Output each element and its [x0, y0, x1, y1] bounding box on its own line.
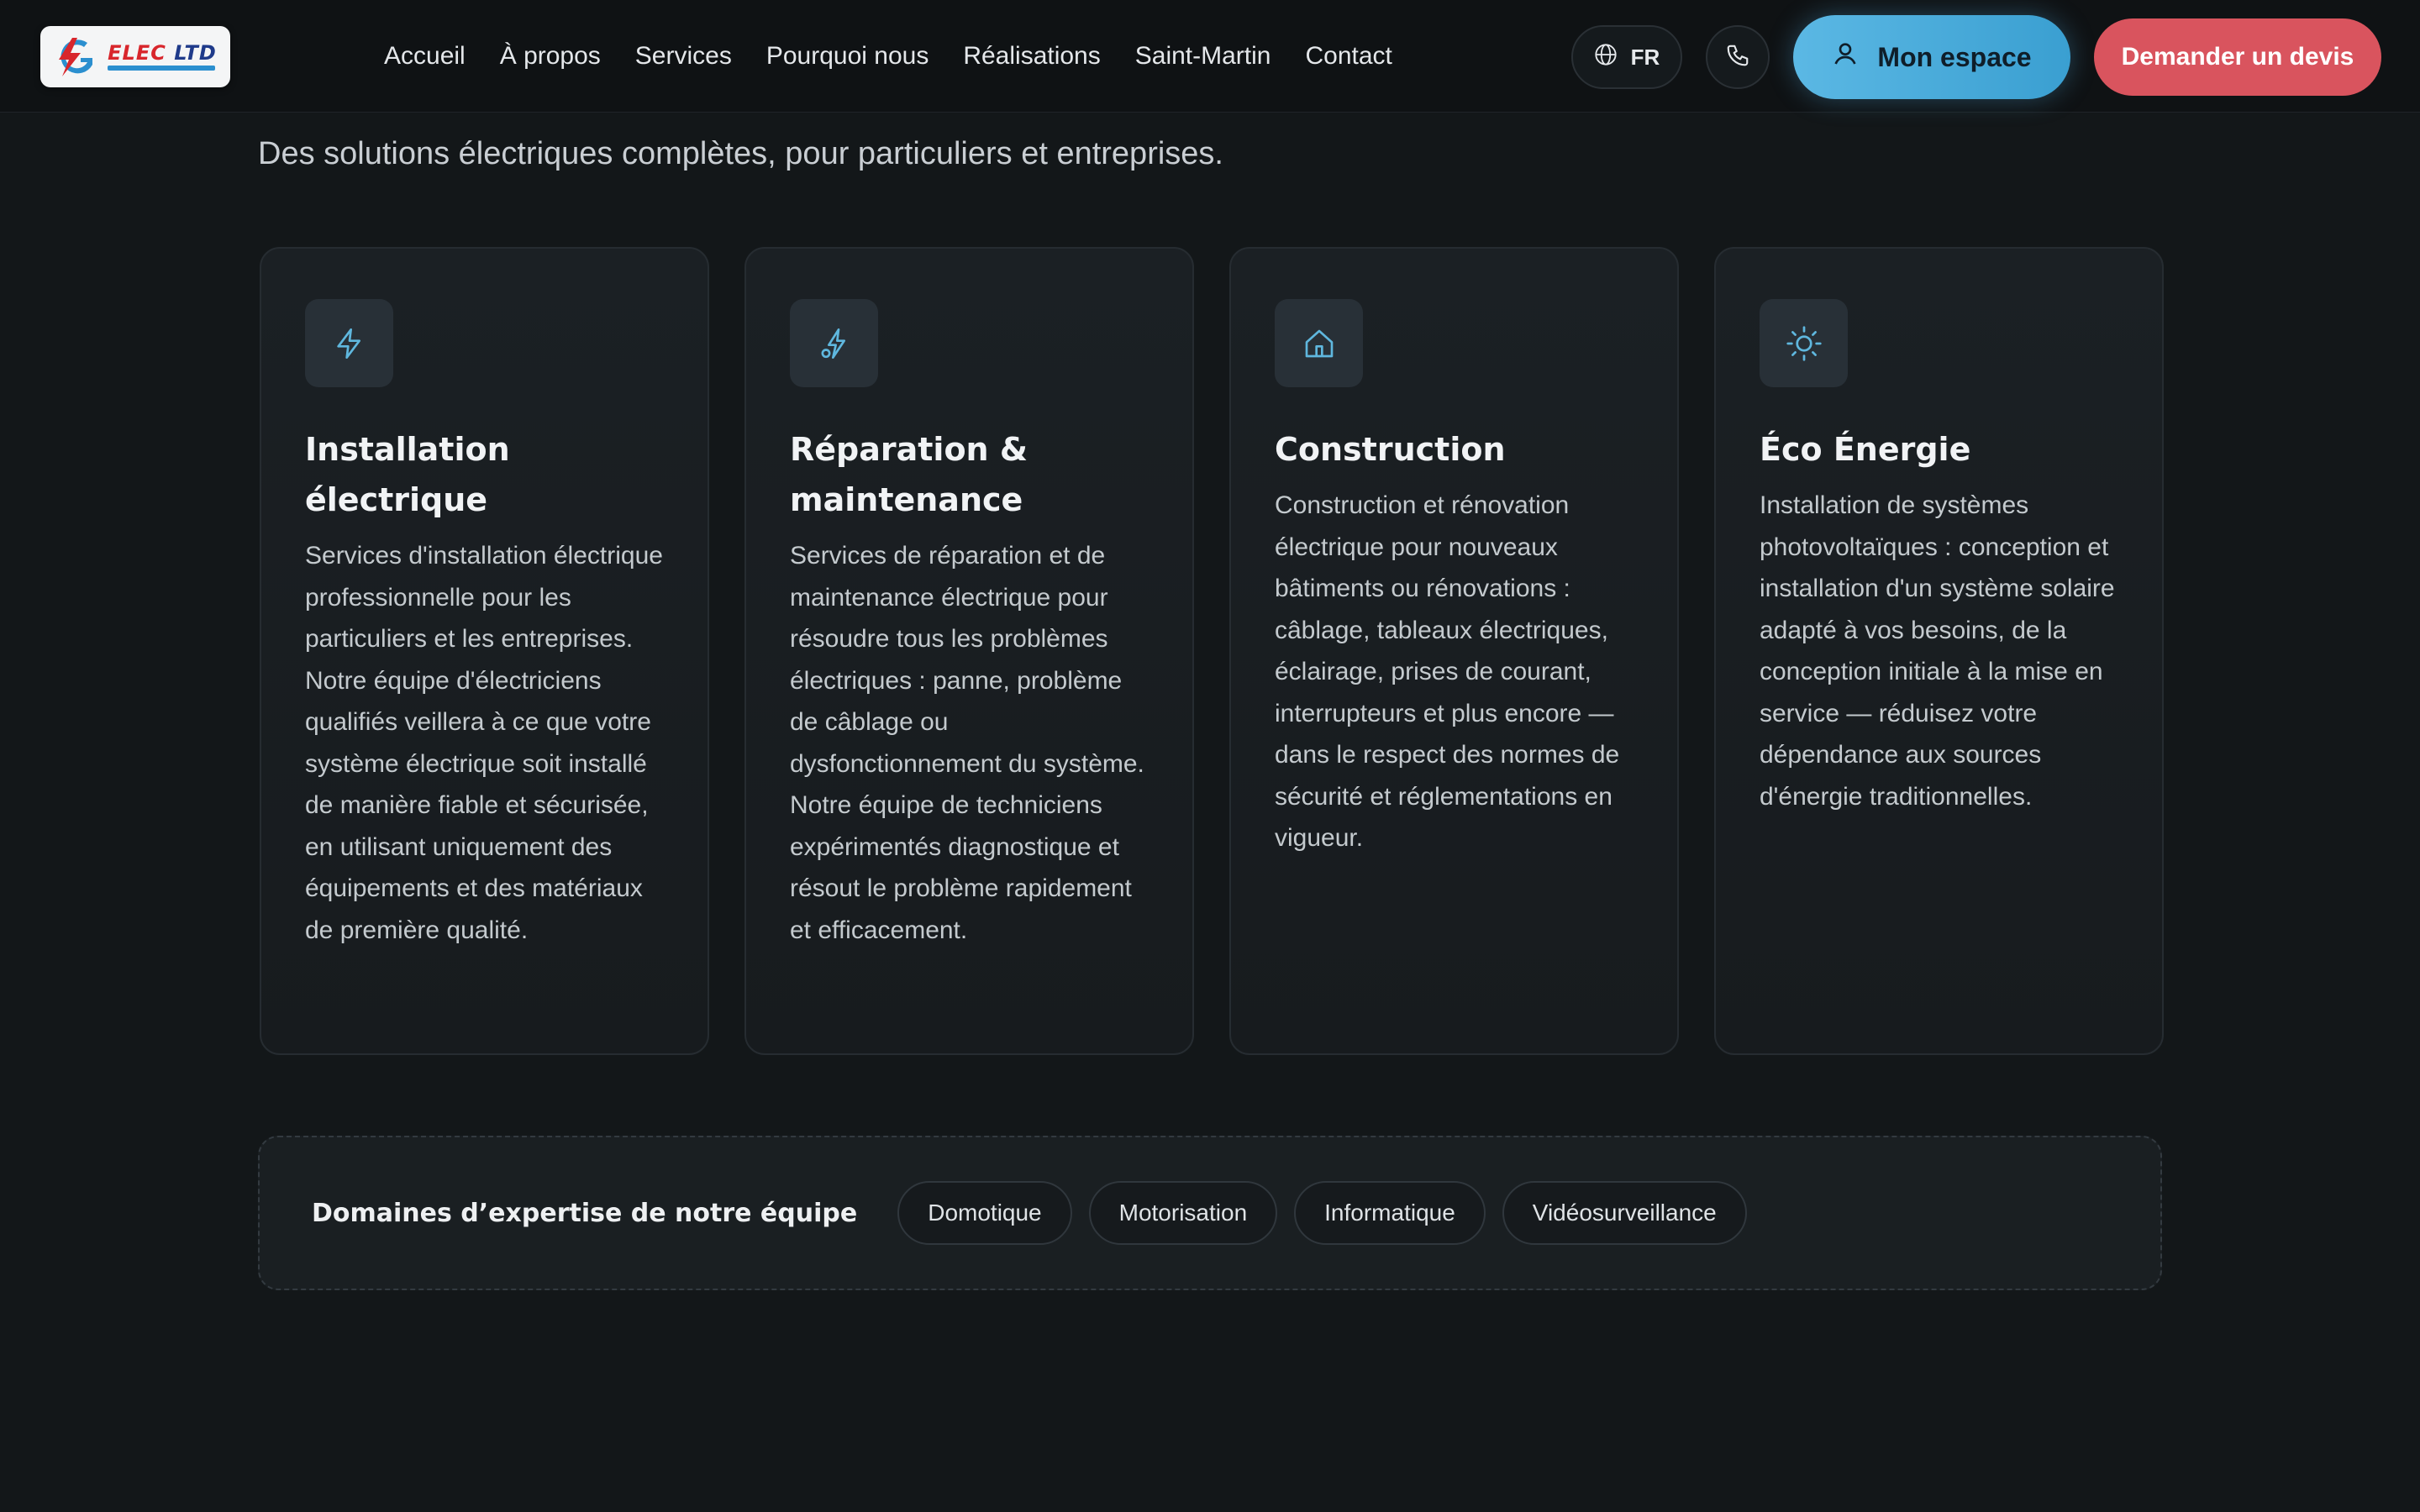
user-icon [1832, 40, 1859, 74]
company-logo[interactable]: ELEC LTD [40, 26, 230, 87]
logo-mark-icon [54, 36, 103, 78]
account-button[interactable]: Mon espace [1793, 15, 2070, 99]
nav-item-accueil[interactable]: Accueil [384, 42, 466, 71]
card-description: Construction et rénovation électrique po… [1275, 491, 1620, 852]
sun-icon [1760, 299, 1848, 387]
card-description: Services de réparation et de maintenance… [790, 542, 1144, 944]
nav-item-a-propos[interactable]: À propos [500, 42, 601, 71]
card-title: Éco Énergie [1760, 431, 1971, 468]
main-nav: Accueil À propos Services Pourquoi nous … [384, 0, 1392, 113]
nav-item-realisations[interactable]: Réalisations [963, 42, 1100, 71]
card-title: Réparation & maintenance [790, 431, 1028, 518]
nav-item-contact[interactable]: Contact [1305, 42, 1392, 71]
globe-icon [1594, 43, 1618, 72]
expertise-chip-domotique[interactable]: Domotique [897, 1181, 1072, 1245]
section-subtitle: Des solutions électriques complètes, pou… [258, 136, 1223, 171]
phone-button[interactable] [1706, 25, 1770, 89]
request-quote-button[interactable]: Demander un devis [2094, 18, 2381, 96]
nav-item-services[interactable]: Services [635, 42, 732, 71]
expertise-chip-videosurveillance[interactable]: Vidéosurveillance [1502, 1181, 1747, 1245]
card-description: Installation de systèmes photovoltaïques… [1760, 491, 2115, 811]
lightning-icon [305, 299, 393, 387]
language-label: FR [1630, 44, 1660, 70]
plug-bolt-icon [790, 299, 878, 387]
card-title: Construction [1275, 431, 1506, 468]
expertise-chip-motorisation[interactable]: Motorisation [1088, 1181, 1278, 1245]
logo-underline [108, 66, 216, 71]
service-card-eco-energy: Éco Énergie Installation de systèmes pho… [1714, 247, 2164, 1055]
service-card-construction: Construction Construction et rénovation … [1229, 247, 1679, 1055]
card-title: Installation électrique [305, 431, 510, 518]
site-header: ELEC LTD Accueil À propos Services Pourq… [0, 0, 2420, 113]
language-switcher[interactable]: FR [1571, 25, 1682, 89]
logo-word-elec: ELEC [108, 41, 166, 65]
account-button-label: Mon espace [1877, 41, 2032, 72]
logo-word-ltd: LTD [174, 41, 217, 65]
nav-item-pourquoi-nous[interactable]: Pourquoi nous [766, 42, 929, 71]
service-card-installation: Installation électrique Services d'insta… [260, 247, 709, 1055]
house-icon [1275, 299, 1363, 387]
expertise-chip-informatique[interactable]: Informatique [1294, 1181, 1486, 1245]
expertise-panel: Domaines d’expertise de notre équipe Dom… [258, 1136, 2162, 1290]
nav-item-saint-martin[interactable]: Saint-Martin [1135, 42, 1271, 71]
phone-icon [1725, 43, 1750, 72]
expertise-label: Domaines d’expertise de notre équipe [312, 1198, 858, 1228]
card-description: Services d'installation électrique profe… [305, 542, 663, 944]
service-card-repair: Réparation & maintenance Services de rép… [744, 247, 1194, 1055]
